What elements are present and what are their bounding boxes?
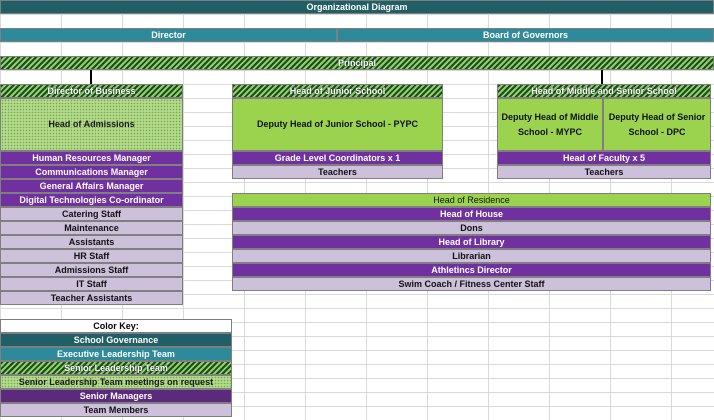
key-slt-on-request: Senior Leadership Team meetings on reque… [0, 375, 232, 389]
principal-label: Principal [337, 57, 376, 68]
residence-row: Head of House [232, 207, 711, 221]
key-team-members: Team Members [0, 403, 232, 417]
connector-business [90, 70, 92, 84]
staff-row: Assistants [0, 235, 183, 249]
head-of-faculty-row: Head of Faculty x 5 [497, 151, 711, 165]
key-senior-leadership: Senior Leadership Team [0, 361, 232, 375]
manager-row: Human Resources Manager [0, 151, 183, 165]
junior-teachers-row: Teachers [232, 165, 443, 179]
head-of-junior-school-box: Head of Junior School [232, 84, 443, 98]
residence-row: Swim Coach / Fitness Center Staff [232, 277, 711, 291]
key-senior-leadership-label: Senior Leadership Team [64, 362, 168, 373]
residence-row: Dons [232, 221, 711, 235]
deputy-junior-box: Deputy Head of Junior School - PYPC [232, 98, 443, 151]
grade-coordinators-row: Grade Level Coordinators x 1 [232, 151, 443, 165]
key-executive-leadership: Executive Leadership Team [0, 347, 232, 361]
director-box: Director [0, 28, 337, 42]
color-key-title: Color Key: [0, 319, 232, 333]
residence-row: Head of Library [232, 235, 711, 249]
board-of-governors-box: Board of Governors [337, 28, 714, 42]
residence-row: Athletincs Director [232, 263, 711, 277]
page-title: Organizational Diagram [0, 0, 714, 14]
director-of-business-label: Director of Business [47, 85, 136, 96]
connector-senior [601, 70, 603, 84]
deputy-senior-box: Deputy Head of Senior School - DPC [603, 98, 711, 151]
key-school-governance: School Governance [0, 333, 232, 347]
senior-teachers-row: Teachers [497, 165, 711, 179]
head-of-middle-senior-box: Head of Middle and Senior School [497, 84, 711, 98]
manager-row: Digital Technologies Co-ordinator [0, 193, 183, 207]
deputy-middle-box: Deputy Head of Middle School - MYPC [497, 98, 603, 151]
staff-row: IT Staff [0, 277, 183, 291]
staff-row: Admissions Staff [0, 263, 183, 277]
manager-row: General Affairs Manager [0, 179, 183, 193]
head-of-residence-row: Head of Residence [232, 193, 711, 207]
director-of-business-box: Director of Business [0, 84, 183, 98]
manager-row: Communications Manager [0, 165, 183, 179]
staff-row: HR Staff [0, 249, 183, 263]
head-of-middle-senior-label: Head of Middle and Senior School [531, 85, 677, 96]
staff-row: Teacher Assistants [0, 291, 183, 305]
staff-row: Maintenance [0, 221, 183, 235]
principal-box: Principal [0, 56, 714, 70]
staff-row: Catering Staff [0, 207, 183, 221]
residence-row: Librarian [232, 249, 711, 263]
head-of-admissions-box: Head of Admissions [0, 98, 183, 151]
head-of-junior-school-label: Head of Junior School [289, 85, 386, 96]
key-senior-managers: Senior Managers [0, 389, 232, 403]
